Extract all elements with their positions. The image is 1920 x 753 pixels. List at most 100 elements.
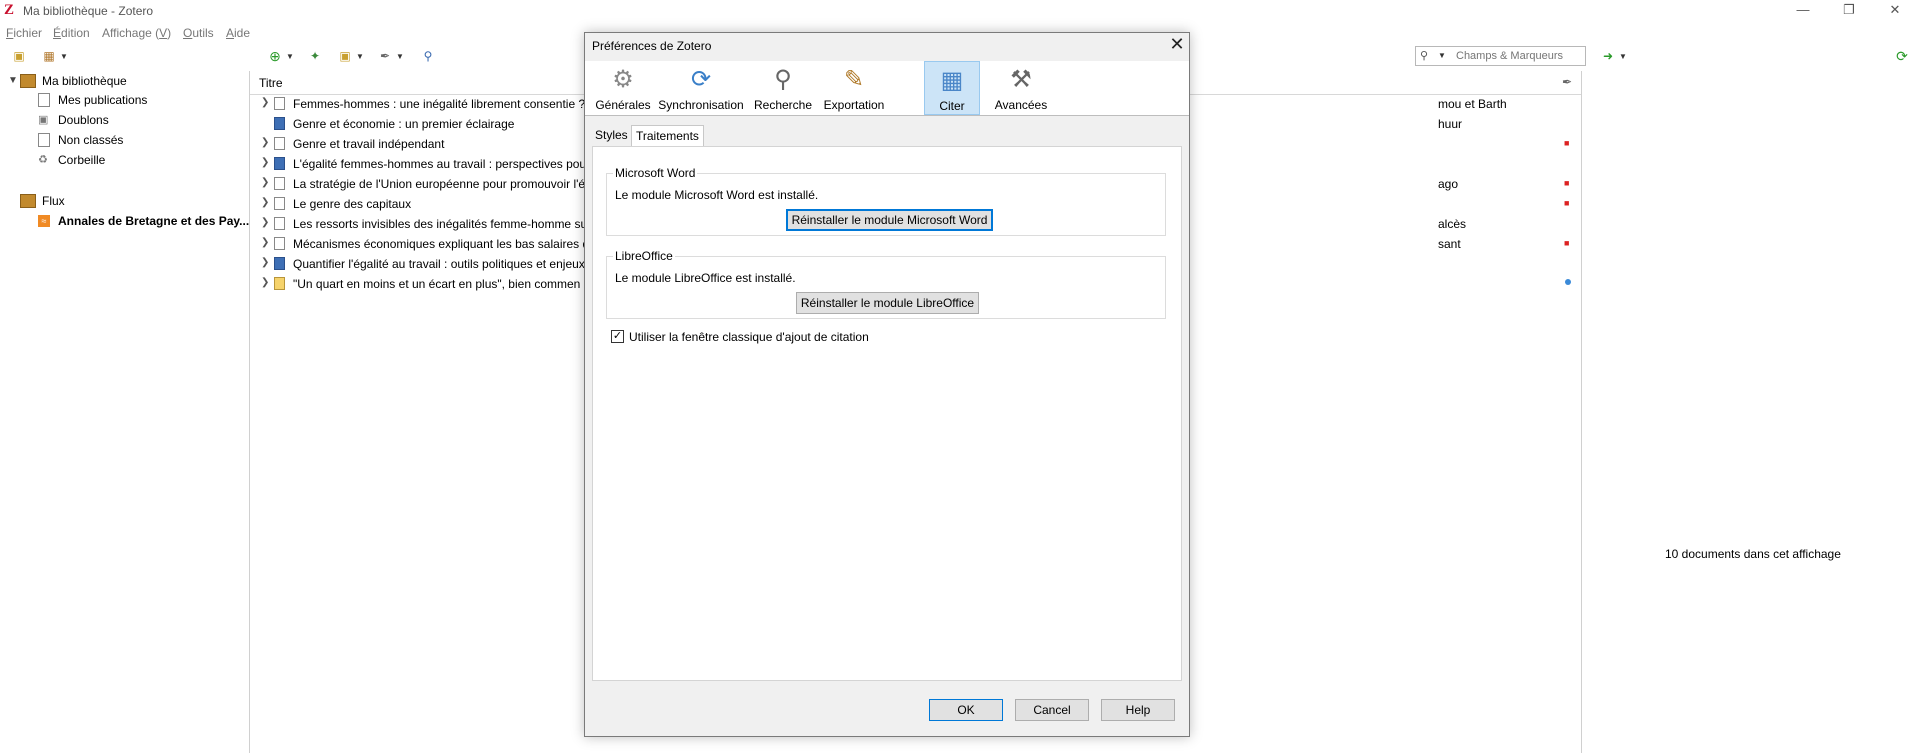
chevron-down-icon[interactable]: ▼ [356,52,364,61]
reinstall-libreoffice-button[interactable]: Réinstaller le module LibreOffice [796,292,979,314]
sync-icon: ⟳ [690,66,712,93]
document-icon [274,237,285,250]
sidebar-item-publications[interactable]: Mes publications [58,93,147,107]
title-bar: Z Ma bibliothèque - Zotero — ❐ ✕ [0,0,1920,22]
item-creator: alcès [1438,217,1467,231]
attachment-icon[interactable]: ✒ [377,49,393,63]
column-title[interactable]: Titre [259,76,283,90]
tools-icon: ⚒ [1010,66,1032,93]
sync-icon[interactable]: ⟳ [1894,49,1910,63]
expand-chevron-icon[interactable]: ❯ [261,257,269,268]
tab-generales[interactable]: ⚙ Générales [595,61,651,115]
new-note-icon[interactable]: ▣ [337,49,353,63]
libreoffice-status-text: Le module LibreOffice est installé. [615,271,796,285]
classic-citation-checkbox[interactable]: ✓ [611,330,624,343]
folder-icon: ▦ [940,67,964,94]
item-title: Quantifier l'égalité au travail : outils… [293,257,585,271]
pdf-icon[interactable]: ■ [1564,139,1572,148]
search-mode-chevron-icon[interactable]: ▼ [1438,51,1446,60]
item-creator: ago [1438,177,1459,191]
expand-chevron-icon[interactable]: ❯ [261,197,269,208]
word-status-text: Le module Microsoft Word est installé. [615,188,819,202]
clipboard-icon: ✎ [843,66,865,93]
tab-styles[interactable]: Styles [591,125,632,145]
publications-icon [38,93,50,107]
zotero-logo-icon: Z [4,2,15,18]
sidebar-item-trash[interactable]: Corbeille [58,153,105,167]
libreoffice-group: LibreOffice Le module LibreOffice est in… [606,249,1166,319]
sidebar-item-feed[interactable]: Annales de Bretagne et des Pay... [58,214,249,228]
minimize-icon[interactable]: — [1780,0,1826,22]
reinstall-word-button[interactable]: Réinstaller le module Microsoft Word [786,209,993,231]
expand-chevron-icon[interactable]: ❯ [261,237,269,248]
add-by-identifier-icon[interactable]: ✦ [307,49,323,63]
pdf-icon[interactable]: ■ [1564,199,1572,208]
link-dot-icon[interactable] [1565,279,1571,285]
menu-fichier[interactable]: Fichier [6,26,42,40]
expand-chevron-icon[interactable]: ❯ [261,217,269,228]
sidebar-item-unfiled[interactable]: Non classés [58,133,123,147]
expand-chevron-icon[interactable]: ❯ [261,177,269,188]
chevron-down-icon[interactable]: ▼ [396,52,404,61]
tab-synchronisation[interactable]: ⟳ Synchronisation [655,61,747,115]
tab-citer[interactable]: ▦ Citer [924,61,980,115]
library-folder-icon [20,74,36,88]
help-button[interactable]: Help [1101,699,1175,721]
ok-button[interactable]: OK [929,699,1003,721]
expand-chevron-icon[interactable]: ▼ [8,75,18,86]
new-collection-icon[interactable]: ▣ [11,49,27,63]
advanced-search-icon[interactable]: ⚲ [420,49,436,63]
search-input[interactable] [1456,49,1581,63]
expand-chevron-icon[interactable]: ❯ [261,97,269,108]
tab-avancees[interactable]: ⚒ Avancées [988,61,1054,115]
collections-pane: ▼ Ma bibliothèque Mes publications ▣ Dou… [0,71,250,753]
attachment-column-icon[interactable]: ✒ [1562,75,1572,89]
item-title: L'égalité femmes-hommes au travail : per… [293,157,587,171]
document-icon [274,137,285,150]
menu-edition[interactable]: Édition [53,26,90,40]
item-title: Femmes-hommes : une inégalité librement … [293,97,586,111]
libreoffice-legend: LibreOffice [613,249,675,263]
tab-exportation[interactable]: ✎ Exportation [819,61,889,115]
pdf-icon[interactable]: ■ [1564,239,1572,248]
feeds-folder-icon [20,194,36,208]
new-library-icon[interactable]: ▦ [41,49,57,63]
menu-affichage[interactable]: Affichage (V) [102,26,171,40]
pdf-icon[interactable]: ■ [1564,179,1572,188]
cancel-button[interactable]: Cancel [1015,699,1089,721]
item-title: Le genre des capitaux [293,197,412,211]
close-window-icon[interactable]: ✕ [1872,0,1918,22]
new-item-icon[interactable]: ⊕ [267,49,283,63]
chevron-down-icon[interactable]: ▼ [1619,52,1627,61]
item-title: "Un quart en moins et un écart en plus",… [293,277,581,291]
maximize-icon[interactable]: ❐ [1826,0,1872,22]
duplicates-icon: ▣ [38,114,49,126]
feeds-root[interactable]: Flux [42,194,65,208]
expand-chevron-icon[interactable]: ❯ [261,277,269,288]
expand-chevron-icon[interactable]: ❯ [261,137,269,148]
search-box[interactable]: ⚲ ▼ [1415,46,1586,66]
book-icon [274,157,285,170]
menu-outils[interactable]: Outils [183,26,214,40]
locate-icon[interactable]: ➜ [1600,49,1616,63]
close-icon[interactable]: ✕ [1167,35,1187,55]
item-count-text: 10 documents dans cet affichage [1665,547,1841,561]
chevron-down-icon[interactable]: ▼ [60,52,68,61]
library-root[interactable]: Ma bibliothèque [42,74,127,88]
item-pane [1581,71,1920,753]
search-icon: ⚲ [1420,50,1429,62]
menu-aide[interactable]: Aide [226,26,250,40]
tab-traitements-de-texte[interactable]: Traitements de texte [631,125,704,163]
chevron-down-icon[interactable]: ▼ [286,52,294,61]
sidebar-item-duplicates[interactable]: Doublons [58,113,109,127]
word-legend: Microsoft Word [613,166,698,180]
rss-icon: ≈ [38,215,50,227]
unfiled-icon [38,133,50,147]
expand-chevron-icon[interactable]: ❯ [261,157,269,168]
dialog-title: Préférences de Zotero [592,39,712,53]
document-icon [274,97,285,110]
document-icon [274,177,285,190]
window-title: Ma bibliothèque - Zotero [23,4,154,18]
gear-icon: ⚙ [612,66,634,93]
tab-recherche[interactable]: ⚲ Recherche [751,61,815,115]
